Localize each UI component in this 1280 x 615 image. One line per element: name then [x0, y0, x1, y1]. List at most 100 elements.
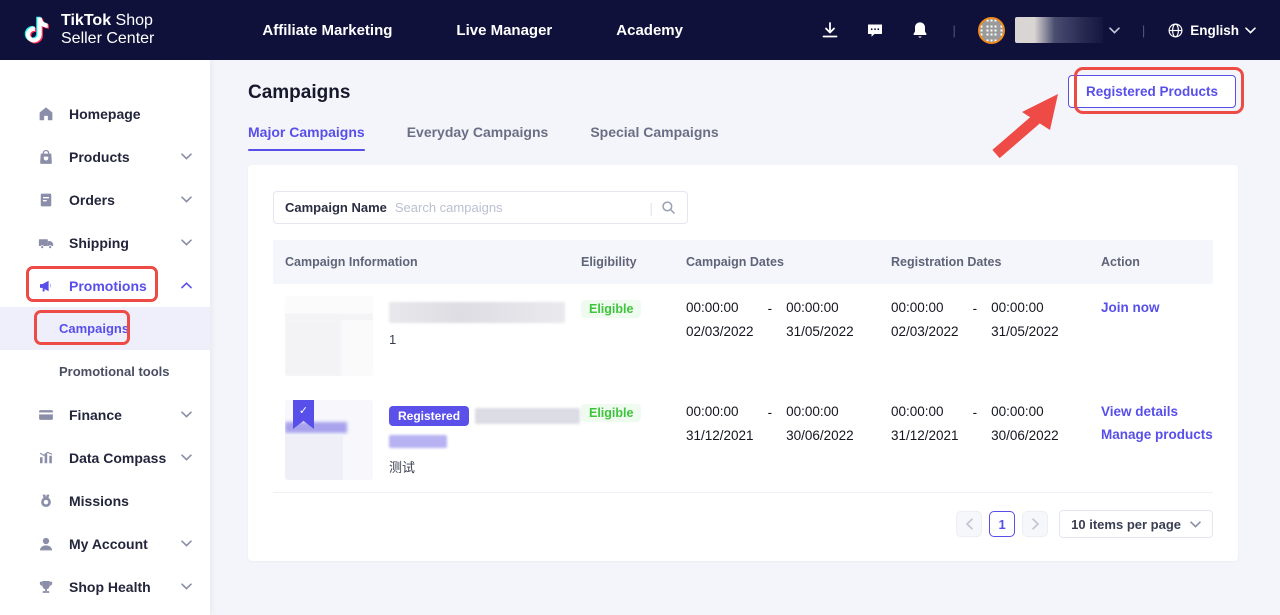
campaign-name-redacted [389, 302, 565, 323]
chevron-down-icon [181, 454, 192, 461]
date-separator: - [973, 404, 978, 443]
search-divider: | [649, 200, 653, 216]
sidebar-item-missions[interactable]: Missions [0, 479, 210, 522]
nav-live-manager[interactable]: Live Manager [456, 22, 552, 39]
campaign-dates: 00:00:00 31/12/2021 - 00:00:00 30/06/202… [674, 400, 879, 443]
chevron-down-icon [181, 239, 192, 246]
chevron-down-icon [1109, 27, 1120, 34]
eligible-badge: Eligible [581, 404, 641, 422]
sidebar-item-data-compass[interactable]: Data Compass [0, 436, 210, 479]
campaign-info-note: 1 [389, 332, 565, 347]
sidebar-item-finance[interactable]: Finance [0, 393, 210, 436]
home-icon [37, 105, 55, 123]
sidebar-item-homepage[interactable]: Homepage [0, 92, 210, 135]
date-separator: - [768, 300, 773, 339]
table-header: Campaign Information Eligibility Campaig… [273, 240, 1213, 284]
col-campaign-dates: Campaign Dates [674, 255, 879, 269]
campaign-thumbnail-redacted [285, 296, 373, 376]
avatar [978, 17, 1005, 44]
chevron-left-icon [965, 518, 974, 530]
sidebar-item-shop-health[interactable]: Shop Health [0, 565, 210, 608]
join-now-link[interactable]: Join now [1101, 300, 1213, 315]
items-per-page-select[interactable]: 10 items per page [1059, 510, 1213, 538]
language-selector[interactable]: English [1167, 22, 1256, 39]
campaign-name-redacted [475, 408, 580, 424]
registration-dates: 00:00:00 02/03/2022 - 00:00:00 31/05/202… [879, 296, 1089, 339]
download-icon[interactable] [820, 20, 840, 40]
chevron-down-icon [181, 540, 192, 547]
chevron-right-icon [1031, 518, 1040, 530]
top-bar-separator: | [1138, 23, 1149, 38]
products-bag-icon [37, 148, 55, 166]
campaign-search-bar[interactable]: Campaign Name | [273, 191, 688, 224]
col-campaign-information: Campaign Information [273, 255, 569, 269]
account-menu[interactable] [978, 17, 1120, 44]
top-bar: TikTok Shop Seller Center Affiliate Mark… [0, 0, 1280, 60]
logo-brand-suffix: Shop [116, 12, 153, 29]
chevron-down-icon [181, 196, 192, 203]
language-label: English [1190, 23, 1239, 38]
nav-affiliate-marketing[interactable]: Affiliate Marketing [262, 22, 392, 39]
sidebar-item-promotions[interactable]: Promotions [0, 264, 210, 307]
sidebar-item-my-account[interactable]: My Account [0, 522, 210, 565]
table-row: 1 Eligible 00:00:00 02/03/2022 - 00:00:0… [273, 284, 1213, 388]
page-number-button[interactable]: 1 [989, 511, 1015, 537]
tiktok-seller-center-screen: TikTok Shop Seller Center Affiliate Mark… [0, 0, 1280, 615]
logo-text: TikTok Shop Seller Center [61, 12, 154, 49]
campaigns-table: Campaign Information Eligibility Campaig… [273, 240, 1213, 493]
next-page-button[interactable] [1022, 511, 1048, 537]
view-details-link[interactable]: View details [1101, 404, 1213, 419]
chevron-down-icon [1190, 521, 1201, 528]
search-field-label: Campaign Name [285, 200, 387, 215]
my-account-user-icon [37, 535, 55, 553]
sidebar-item-orders[interactable]: Orders [0, 178, 210, 221]
messages-icon[interactable] [865, 20, 885, 40]
pagination: 1 10 items per page [273, 510, 1213, 538]
campaign-info-note: 测试 [389, 457, 580, 476]
logo-subtitle: Seller Center [61, 30, 154, 48]
notifications-bell-icon[interactable] [910, 20, 930, 40]
chevron-down-icon [181, 411, 192, 418]
col-action: Action [1089, 255, 1213, 269]
chevron-down-icon [181, 583, 192, 590]
logo-brand-bold: TikTok [61, 12, 111, 29]
tab-everyday-campaigns[interactable]: Everyday Campaigns [407, 124, 549, 151]
sidebar-item-products[interactable]: Products [0, 135, 210, 178]
data-compass-chart-icon [37, 449, 55, 467]
date-separator: - [768, 404, 773, 443]
campaigns-card: Campaign Name | Campaign Information Eli… [248, 165, 1238, 561]
shipping-truck-icon [37, 234, 55, 252]
tiktok-note-icon [22, 13, 52, 47]
account-name-redacted [1015, 17, 1103, 43]
campaign-tabs: Major Campaigns Everyday Campaigns Speci… [248, 124, 1238, 151]
main-content: Campaigns Registered Products Major Camp… [210, 60, 1280, 615]
tiktok-shop-logo[interactable]: TikTok Shop Seller Center [22, 12, 154, 49]
search-input[interactable] [395, 200, 641, 215]
promotions-megaphone-icon [37, 277, 55, 295]
registered-products-button[interactable]: Registered Products [1068, 75, 1236, 108]
sidebar: Homepage Products Orders Shipping Promot… [0, 60, 210, 615]
col-registration-dates: Registration Dates [879, 255, 1089, 269]
orders-document-icon [37, 191, 55, 209]
previous-page-button[interactable] [956, 511, 982, 537]
chevron-down-icon [1245, 27, 1256, 34]
eligible-badge: Eligible [581, 300, 641, 318]
top-bar-right: | | English [820, 17, 1256, 44]
sidebar-item-campaigns[interactable]: Campaigns [0, 307, 210, 350]
sidebar-item-promotional-tools[interactable]: Promotional tools [0, 350, 210, 393]
top-nav: Affiliate Marketing Live Manager Academy [262, 22, 683, 39]
top-bar-separator: | [948, 23, 959, 38]
tab-special-campaigns[interactable]: Special Campaigns [590, 124, 718, 151]
tab-major-campaigns[interactable]: Major Campaigns [248, 124, 365, 151]
sidebar-item-shipping[interactable]: Shipping [0, 221, 210, 264]
chevron-up-icon [181, 282, 192, 289]
globe-icon [1167, 22, 1184, 39]
search-icon[interactable] [661, 200, 676, 215]
shop-health-trophy-icon [37, 578, 55, 596]
campaign-dates: 00:00:00 02/03/2022 - 00:00:00 31/05/202… [674, 296, 879, 339]
nav-academy[interactable]: Academy [616, 22, 683, 39]
campaign-subtitle-redacted [389, 435, 447, 448]
campaign-thumbnail-redacted: ✓ [285, 400, 373, 480]
manage-products-link[interactable]: Manage products [1101, 427, 1213, 442]
table-row: ✓ Registered 测试 Eligible [273, 388, 1213, 493]
